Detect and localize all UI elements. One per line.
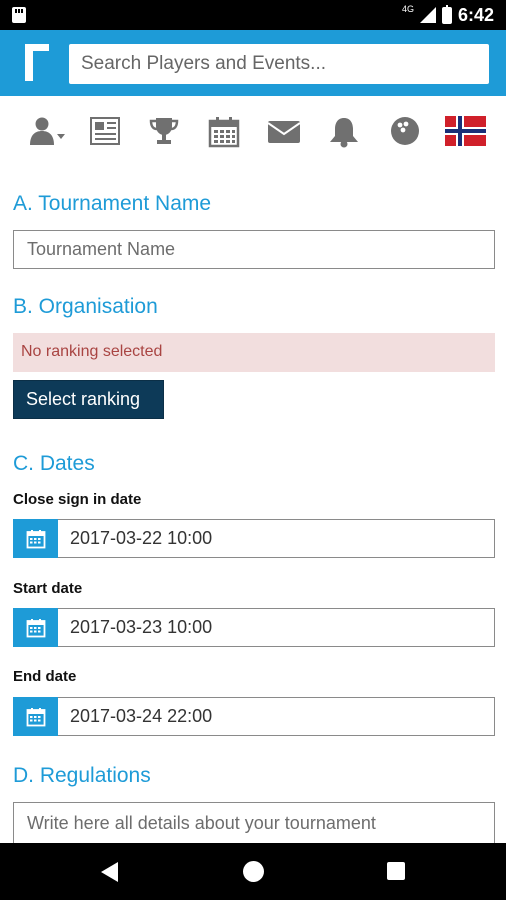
search-input[interactable] [69, 44, 489, 84]
start-date-group [13, 608, 495, 647]
battery-icon [441, 4, 452, 24]
user-menu-icon[interactable] [28, 116, 65, 146]
calendar-icon[interactable] [13, 608, 58, 647]
regulations-textarea[interactable] [13, 802, 495, 844]
select-ranking-button[interactable]: Select ranking [13, 380, 164, 419]
icon-nav [0, 108, 506, 154]
calendar-icon[interactable] [207, 116, 243, 148]
close-signin-label: Close sign in date [13, 491, 142, 508]
calendar-icon[interactable] [13, 697, 58, 736]
norway-flag-icon[interactable] [445, 116, 486, 146]
close-signin-date-input[interactable] [58, 519, 495, 558]
clock: 6:42 [457, 4, 494, 25]
bell-icon[interactable] [327, 116, 363, 148]
status-bar: 4G 6:42 [0, 0, 506, 30]
section-c-title: C. Dates [13, 452, 95, 475]
end-date-label: End date [13, 668, 77, 685]
section-a-title: A. Tournament Name [13, 192, 212, 215]
tournament-name-input[interactable] [13, 230, 495, 269]
app-bar [0, 30, 506, 96]
news-icon[interactable] [88, 116, 124, 146]
sd-card-icon [12, 7, 26, 23]
mail-icon[interactable] [266, 116, 302, 146]
status-right: 4G 6:42 [402, 4, 494, 26]
back-icon[interactable] [101, 862, 118, 882]
network-type: 4G [401, 3, 414, 14]
calendar-icon[interactable] [13, 519, 58, 558]
recent-apps-icon[interactable] [387, 862, 405, 880]
end-date-input[interactable] [58, 697, 495, 736]
bowling-ball-icon[interactable] [389, 116, 425, 146]
app-logo[interactable] [25, 44, 51, 82]
signal-icon [419, 7, 436, 23]
system-nav-bar [0, 843, 506, 900]
home-icon[interactable] [243, 861, 264, 882]
start-date-label: Start date [13, 580, 83, 597]
close-signin-date-group [13, 519, 495, 558]
section-b-title: B. Organisation [13, 295, 158, 318]
section-d-title: D. Regulations [13, 764, 151, 787]
no-ranking-alert: No ranking selected [13, 333, 495, 372]
end-date-group [13, 697, 495, 736]
trophy-icon[interactable] [148, 116, 184, 146]
start-date-input[interactable] [58, 608, 495, 647]
